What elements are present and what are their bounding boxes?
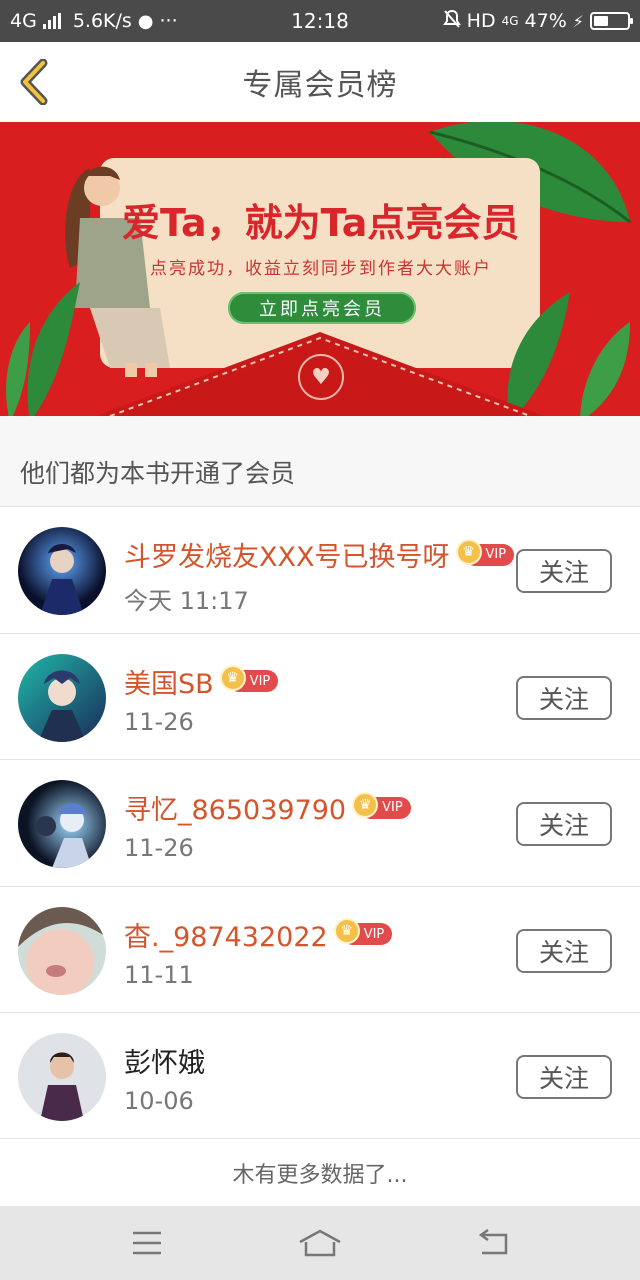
avatar[interactable] bbox=[18, 906, 106, 995]
activate-membership-button[interactable]: 立即点亮会员 bbox=[228, 292, 416, 324]
back-nav-button[interactable] bbox=[463, 1218, 523, 1268]
back-button[interactable] bbox=[12, 56, 56, 108]
member-date: 11-26 bbox=[124, 707, 194, 736]
system-nav-bar bbox=[0, 1206, 640, 1280]
no-more-data-label: 木有更多数据了... bbox=[0, 1138, 640, 1206]
follow-button[interactable]: 关注 bbox=[516, 802, 612, 847]
charging-icon: ⚡ bbox=[572, 11, 584, 31]
member-date: 今天 11:17 bbox=[124, 587, 249, 615]
crown-icon: ♛ bbox=[352, 791, 379, 818]
list-item[interactable]: 杳._987432022 ♛ VIP 11-11 关注 bbox=[0, 885, 640, 1013]
crown-icon: ♛ bbox=[219, 665, 246, 692]
vip-badge: ♛ VIP bbox=[219, 665, 279, 693]
banner-subline: 点亮成功，收益立刻同步到作者大大账户 bbox=[150, 259, 492, 279]
chat-icon: ● bbox=[137, 10, 154, 32]
crown-icon: ♛ bbox=[333, 918, 360, 945]
member-name[interactable]: 斗罗发烧友XXX号已换号呀 bbox=[124, 535, 450, 574]
list-item[interactable]: 彭怀娥 10-06 关注 bbox=[0, 1012, 640, 1139]
member-date: 10-06 bbox=[124, 1087, 194, 1116]
net2-label: 4G bbox=[501, 14, 519, 28]
app-header: 专属会员榜 bbox=[0, 42, 640, 122]
member-name[interactable]: 杳._987432022 bbox=[124, 915, 328, 954]
battery-percent: 47% bbox=[524, 10, 567, 32]
vip-badge: ♛ VIP bbox=[333, 918, 393, 946]
speed-label: 5.6K/s bbox=[72, 10, 132, 32]
battery-icon bbox=[590, 12, 633, 30]
avatar[interactable] bbox=[18, 527, 106, 615]
chevron-left-icon bbox=[20, 59, 48, 105]
clock: 12:18 bbox=[291, 9, 349, 33]
menu-button[interactable] bbox=[117, 1218, 177, 1268]
list-item[interactable]: 斗罗发烧友XXX号已换号呀 ♛ VIP 今天 11:17 关注 bbox=[0, 506, 640, 633]
home-button[interactable] bbox=[290, 1218, 350, 1268]
member-list: 斗罗发烧友XXX号已换号呀 ♛ VIP 今天 11:17 关注 美国SB ♛ VIP… bbox=[0, 506, 640, 1139]
crown-icon: ♛ bbox=[455, 538, 482, 565]
heart-seal-icon: ♥ bbox=[298, 354, 344, 400]
mute-bell-icon bbox=[442, 9, 461, 34]
page-title: 专属会员榜 bbox=[242, 68, 398, 103]
members-section-header: 他们都为本书开通了会员 bbox=[0, 416, 640, 506]
network-label: 4G bbox=[10, 10, 37, 32]
home-icon bbox=[299, 1229, 341, 1257]
banner-headline: 爱Ta，就为Ta点亮会员 bbox=[122, 201, 520, 245]
hd-label: HD bbox=[466, 10, 496, 32]
avatar[interactable] bbox=[18, 653, 106, 742]
member-name[interactable]: 彭怀娥 bbox=[124, 1041, 205, 1080]
promo-banner[interactable]: 爱Ta，就为Ta点亮会员 点亮成功，收益立刻同步到作者大大账户 立即点亮会员 ♥ bbox=[0, 122, 640, 416]
member-name[interactable]: 寻忆_865039790 bbox=[124, 788, 346, 827]
member-date: 11-11 bbox=[124, 960, 194, 989]
member-date: 11-26 bbox=[124, 834, 194, 863]
more-icon: ··· bbox=[159, 10, 178, 32]
status-bar: 4G 5.6K/s ● ··· 12:18 HD 4G 47% ⚡ bbox=[0, 0, 640, 42]
list-item[interactable]: 美国SB ♛ VIP 11-26 关注 bbox=[0, 632, 640, 760]
vip-badge: ♛ VIP bbox=[352, 791, 411, 819]
follow-button[interactable]: 关注 bbox=[516, 549, 612, 593]
follow-button[interactable]: 关注 bbox=[516, 1055, 612, 1100]
avatar[interactable] bbox=[18, 780, 106, 869]
list-item[interactable]: 寻忆_865039790 ♛ VIP 11-26 关注 bbox=[0, 759, 640, 886]
signal-icon bbox=[42, 13, 61, 29]
section-title: 他们都为本书开通了会员 bbox=[20, 459, 296, 488]
member-name[interactable]: 美国SB bbox=[124, 662, 214, 701]
avatar[interactable] bbox=[18, 1033, 106, 1122]
follow-button[interactable]: 关注 bbox=[516, 675, 612, 720]
vip-badge: ♛ VIP bbox=[455, 538, 515, 566]
follow-button[interactable]: 关注 bbox=[516, 928, 612, 973]
back-arrow-icon bbox=[479, 1229, 508, 1255]
menu-icon bbox=[132, 1231, 161, 1255]
